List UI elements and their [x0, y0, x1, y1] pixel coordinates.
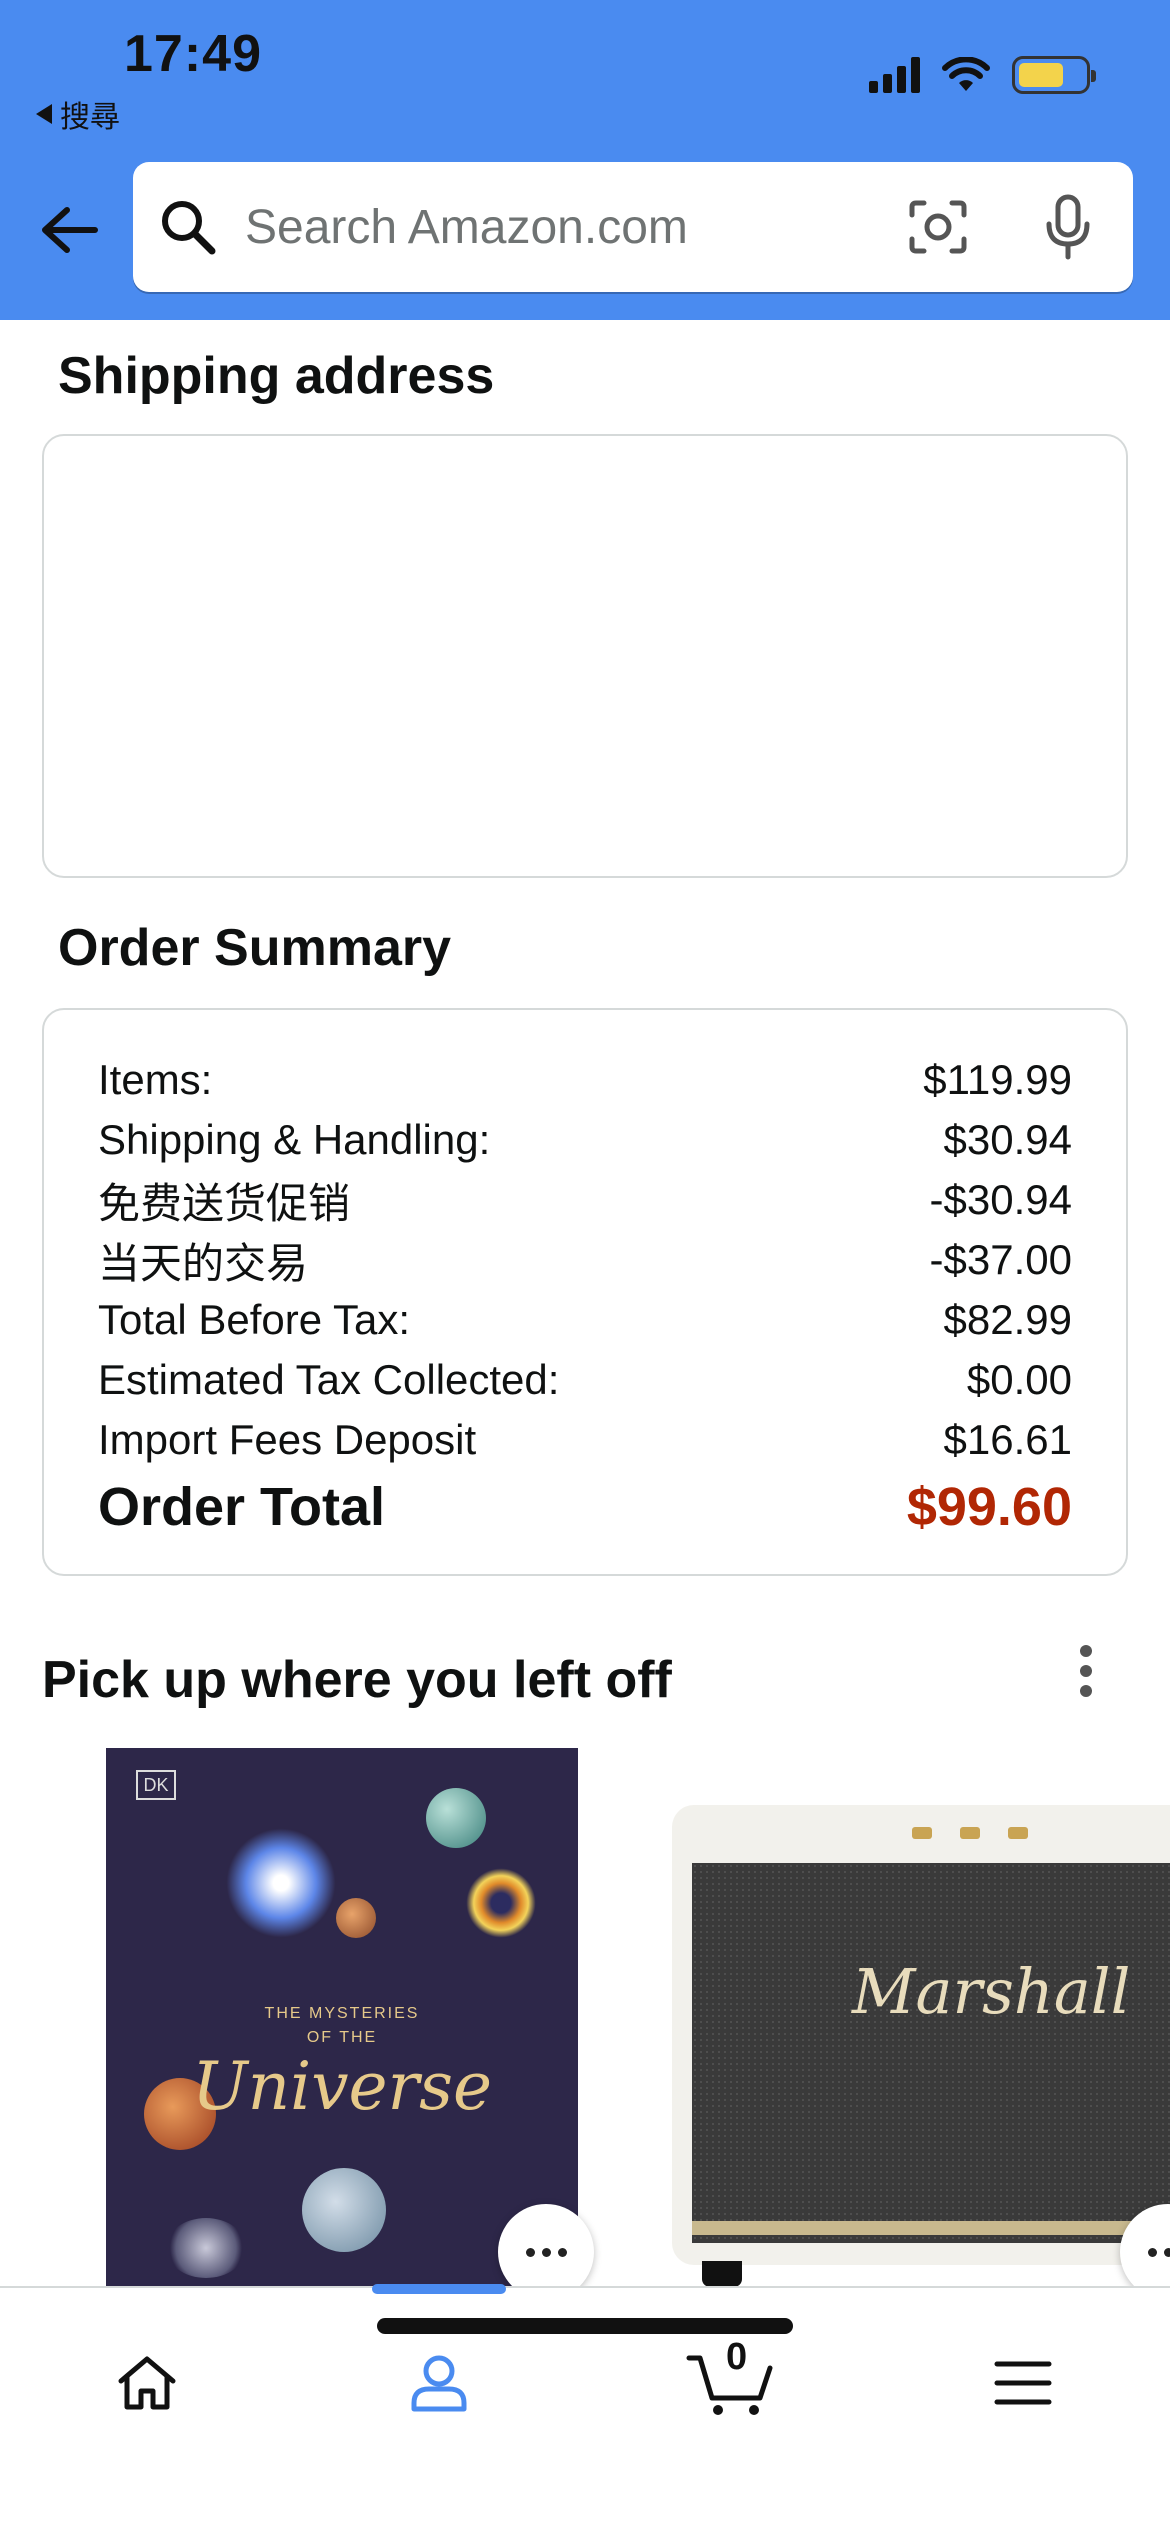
shipping-address-title: Shipping address: [58, 347, 495, 405]
app-header: 17:49 搜尋 Search Amazon.com: [0, 0, 1170, 320]
summary-row-label: 免费送货促销: [98, 1179, 351, 1227]
tab-home[interactable]: [92, 2328, 202, 2438]
tab-cart[interactable]: 0: [676, 2328, 786, 2438]
menu-icon: [994, 2361, 1052, 2405]
summary-row: Estimated Tax Collected: $0.00: [98, 1350, 1072, 1410]
recently-viewed-title: Pick up where you left off: [42, 1651, 672, 1709]
account-icon: [411, 2355, 467, 2412]
back-to-app-link[interactable]: 搜尋: [36, 92, 120, 136]
microphone-icon[interactable]: [1033, 192, 1103, 262]
summary-row: 当天的交易 -$37.00: [98, 1230, 1072, 1290]
summary-row-value: $16.61: [943, 1416, 1072, 1463]
speaker-brand: Marshall: [852, 1955, 1131, 2028]
summary-row: Shipping & Handling: $30.94: [98, 1110, 1072, 1170]
summary-row-value: -$37.00: [929, 1236, 1072, 1283]
search-input[interactable]: Search Amazon.com: [245, 200, 903, 255]
product-card-marshall-speaker[interactable]: Marshall: [672, 1805, 1170, 2287]
status-time: 17:49: [124, 25, 262, 83]
shipping-address-card[interactable]: [42, 434, 1128, 878]
back-triangle-icon: [36, 104, 52, 124]
order-total-row: Order Total $99.60: [98, 1470, 1072, 1544]
summary-row-label: 当天的交易: [98, 1239, 309, 1287]
back-arrow-icon[interactable]: [34, 198, 104, 262]
book-subtitle-line1: THE MYSTERIES: [264, 2005, 420, 2022]
summary-row: Items: $119.99: [98, 1050, 1072, 1110]
summary-row-label: Shipping & Handling:: [98, 1116, 491, 1163]
summary-row-label: Items:: [98, 1056, 213, 1103]
summary-row-label: Total Before Tax:: [98, 1296, 411, 1343]
home-indicator: [377, 2318, 793, 2334]
wifi-icon: [942, 57, 990, 91]
summary-row: Total Before Tax: $82.99: [98, 1290, 1072, 1350]
home-icon: [118, 2356, 176, 2410]
order-summary-rows: Items: $119.99 Shipping & Handling: $30.94 免…: [98, 1050, 1072, 1544]
summary-row: Import Fees Deposit $16.61: [98, 1410, 1072, 1470]
more-options-icon[interactable]: [1080, 1645, 1092, 1697]
cellular-signal-icon: [869, 57, 920, 93]
summary-row-label: Estimated Tax Collected:: [98, 1356, 560, 1403]
search-bar[interactable]: Search Amazon.com: [133, 162, 1133, 292]
product-card-universe-book[interactable]: DK THE MYSTERIES OF THE Universe: [106, 1748, 578, 2288]
summary-row-value: -$30.94: [929, 1176, 1072, 1223]
battery-icon: [1012, 56, 1096, 94]
summary-row: 免费送货促销 -$30.94: [98, 1170, 1072, 1230]
publisher-logo: DK: [136, 1770, 176, 1800]
order-total-label: Order Total: [98, 1477, 386, 1537]
summary-row-label: Import Fees Deposit: [98, 1416, 477, 1463]
order-total-value: $99.60: [906, 1477, 1072, 1537]
summary-row-value: $0.00: [966, 1356, 1072, 1403]
order-summary-title: Order Summary: [58, 919, 452, 977]
camera-icon[interactable]: [903, 192, 973, 262]
book-title: Universe: [191, 2048, 493, 2125]
status-icons: [869, 56, 1096, 94]
summary-row-value: $119.99: [923, 1056, 1072, 1103]
active-tab-indicator: [372, 2284, 506, 2294]
order-summary-card: Items: $119.99 Shipping & Handling: $30.94 免…: [42, 1008, 1128, 1576]
search-icon: [162, 201, 216, 255]
tab-menu[interactable]: [968, 2328, 1078, 2438]
summary-row-value: $82.99: [943, 1296, 1072, 1343]
book-subtitle-line2: OF THE: [306, 2029, 378, 2046]
cart-count-badge: 0: [726, 2336, 748, 2378]
back-app-label: 搜尋: [60, 101, 120, 134]
summary-row-value: $30.94: [943, 1116, 1072, 1163]
tab-account[interactable]: [384, 2328, 494, 2438]
